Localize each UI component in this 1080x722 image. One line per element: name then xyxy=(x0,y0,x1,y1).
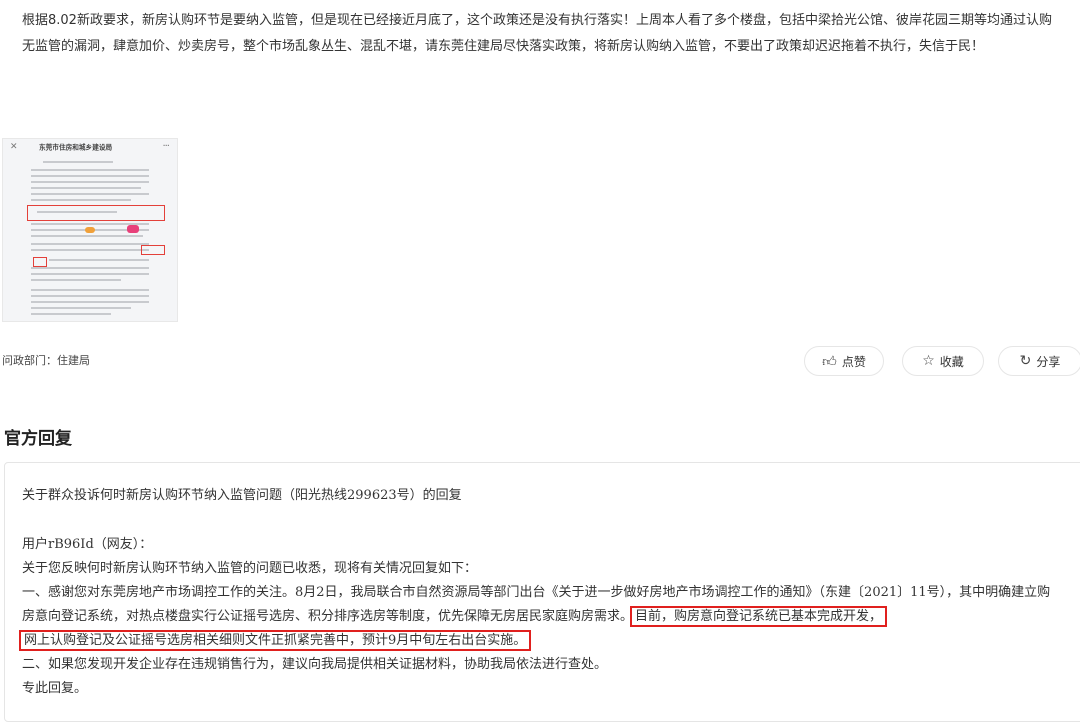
share-label: 分享 xyxy=(1036,354,1061,369)
attachment-thumbnail[interactable]: ✕ 东莞市住房和城乡建设局 ··· xyxy=(2,138,178,322)
doc-line xyxy=(31,193,149,195)
attachment-doc-title: 东莞市住房和城乡建设局 xyxy=(39,143,113,152)
star-icon: ☆ xyxy=(922,353,935,369)
highlighted-text: 目前，购房意向登记系统已基本完成开发， xyxy=(630,606,888,627)
doc-line xyxy=(31,307,131,309)
doc-line xyxy=(31,279,121,281)
doc-line xyxy=(31,313,111,315)
highlight-box xyxy=(141,245,165,255)
reply-paragraph-1-text: 一、感谢您对东莞房地产市场调控工作的关注。8月2日，我局联合市自然资源局等部门出… xyxy=(22,585,1051,624)
doc-line xyxy=(31,169,149,171)
doc-marker xyxy=(85,227,95,233)
doc-line xyxy=(31,181,149,183)
doc-line xyxy=(49,259,149,261)
doc-line xyxy=(31,273,149,275)
reply-title: 关于群众投诉何时新房认购环节纳入监管问题（阳光热线299623号）的回复 xyxy=(22,488,462,503)
doc-line xyxy=(31,235,143,237)
thumbs-up-icon: 👍︎ xyxy=(822,353,837,370)
highlighted-text-2: 网上认购登记及公证摇号选房相关细则文件正抓紧完善中，预计9月中旬左右出台实施。 xyxy=(18,630,532,651)
doc-marker xyxy=(127,225,139,233)
doc-line xyxy=(31,249,149,251)
doc-line xyxy=(31,187,141,189)
doc-line xyxy=(31,267,149,269)
reply-greeting: 用户rB96Id（网友）： xyxy=(22,537,153,552)
doc-line xyxy=(31,301,149,303)
favorite-button[interactable]: ☆ 收藏 xyxy=(902,346,984,376)
official-reply-heading: 官方回复 xyxy=(4,429,72,449)
reply-body: 用户rB96Id（网友）： 关于您反映何时新房认购环节纳入监管的问题已收悉，现将… xyxy=(18,533,1062,701)
doc-line xyxy=(31,199,131,201)
reply-paragraph-2: 二、如果您发现开发企业存在违规销售行为，建议向我局提供相关证据材料，协助我局依法… xyxy=(22,657,608,672)
highlight-box xyxy=(33,257,47,267)
close-icon: ✕ xyxy=(10,142,18,152)
favorite-label: 收藏 xyxy=(939,354,964,369)
share-button[interactable]: ↻ 分享 xyxy=(998,346,1080,376)
reply-paragraph-1: 一、感谢您对东莞房地产市场调控工作的关注。8月2日，我局联合市自然资源局等部门出… xyxy=(18,581,1062,653)
share-icon: ↻ xyxy=(1019,353,1032,369)
doc-line xyxy=(31,295,149,297)
like-button[interactable]: 👍︎ 点赞 xyxy=(804,346,884,376)
doc-line xyxy=(31,243,149,245)
doc-line xyxy=(31,175,149,177)
department-label: 问政部门：住建局 xyxy=(2,354,90,367)
doc-line xyxy=(43,161,113,163)
highlight-box xyxy=(27,205,165,221)
reply-closing: 专此回复。 xyxy=(22,681,88,696)
like-label: 点赞 xyxy=(841,354,866,369)
reply-intro: 关于您反映何时新房认购环节纳入监管的问题已收悉，现将有关情况回复如下： xyxy=(22,561,478,576)
more-icon: ··· xyxy=(162,141,169,152)
question-text: 根据8.02新政要求，新房认购环节是要纳入监管，但是现在已经接近月底了，这个政策… xyxy=(22,13,1052,54)
doc-line xyxy=(31,289,149,291)
